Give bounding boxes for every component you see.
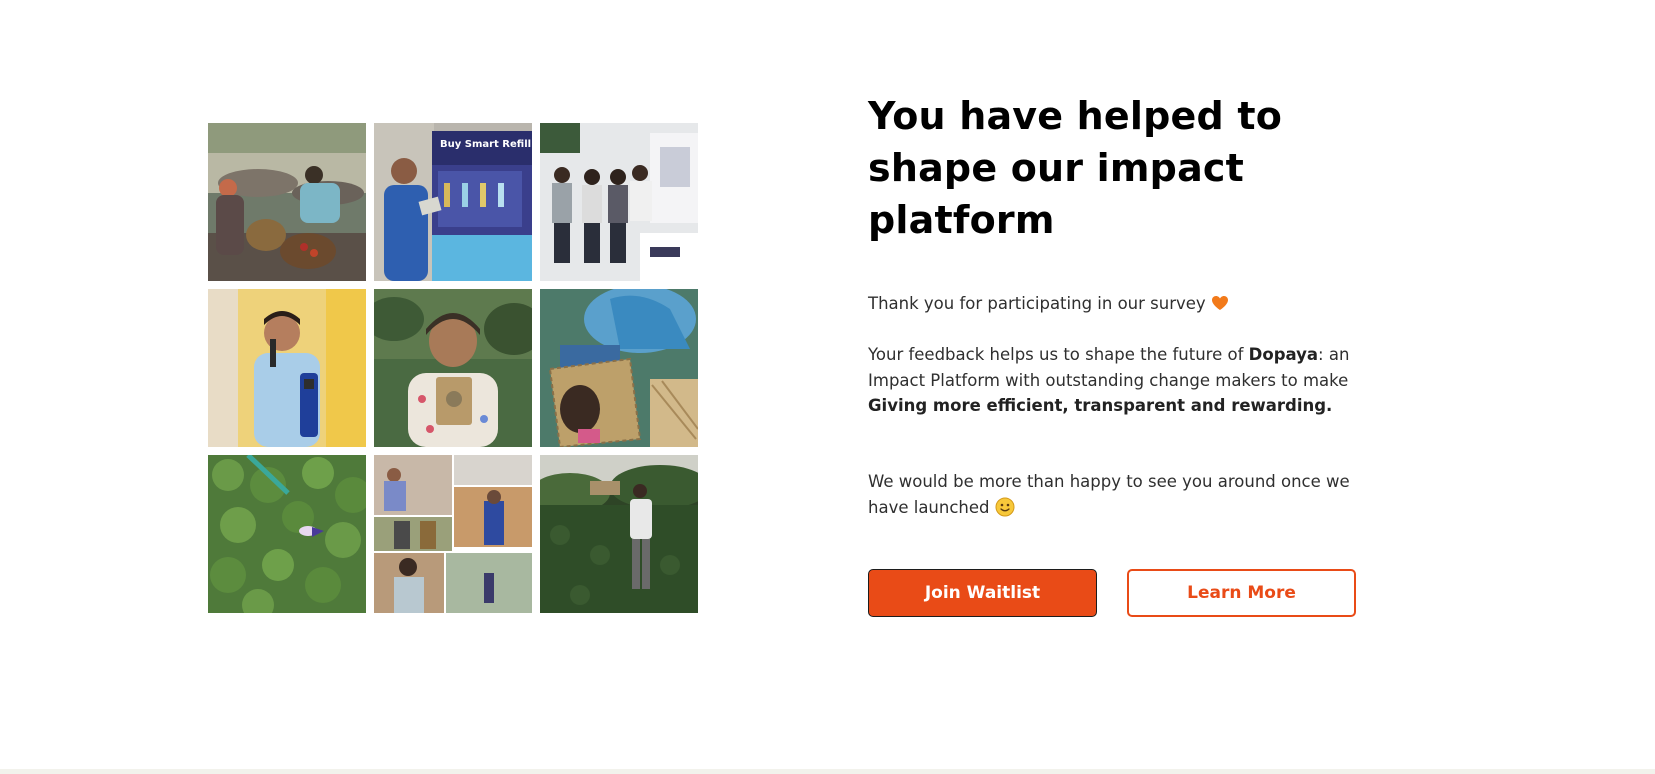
footer-strip (0, 769, 1655, 774)
photo-smart-refill-icon: Buy Smart Refill (374, 123, 532, 281)
photo-water-hyacinth-icon (208, 455, 366, 613)
photo-exhibition-group-icon (540, 123, 698, 281)
feedback-paragraph: Your feedback helps us to shape the futu… (868, 342, 1368, 419)
thanks-paragraph: Thank you for participating in our surve… (868, 291, 1368, 317)
smiling-face-icon (995, 497, 1015, 516)
photo-women-washing-icon (208, 123, 366, 281)
feedback-prefix-text: Your feedback helps us to shape the futu… (868, 345, 1249, 364)
photo-smart-refill: Buy Smart Refill (374, 123, 532, 281)
photo-collage (374, 455, 532, 613)
photo-water-hyacinth (208, 455, 366, 613)
photo-man-in-field (540, 455, 698, 613)
learn-more-button[interactable]: Learn More (1127, 569, 1356, 617)
photo-woman-pouch (374, 289, 532, 447)
photo-weaving (540, 289, 698, 447)
join-waitlist-button[interactable]: Join Waitlist (868, 569, 1097, 617)
photo-women-washing (208, 123, 366, 281)
survey-thank-you-page: Buy Smart Refill You have helped to shap… (0, 0, 1655, 774)
thanks-text: Thank you for participating in our surve… (868, 294, 1206, 313)
feedback-bold-text: Giving more efficient, transparent and r… (868, 396, 1333, 415)
page-title: You have helped to shape our impact plat… (868, 94, 1283, 242)
photo-speaker (208, 289, 366, 447)
photo-woman-pouch-icon (374, 289, 532, 447)
photo-weaving-icon (540, 289, 698, 447)
thank-you-panel: You have helped to shape our impact plat… (868, 90, 1368, 617)
refill-sign-text: Buy Smart Refill (440, 139, 531, 150)
photo-gallery: Buy Smart Refill (208, 123, 698, 613)
launch-paragraph: We would be more than happy to see you a… (868, 469, 1368, 520)
orange-heart-icon (1211, 296, 1228, 310)
photo-collage-icon (374, 455, 532, 613)
launch-text: We would be more than happy to see you a… (868, 472, 1350, 517)
photo-speaker-icon (208, 289, 366, 447)
photo-exhibition-group (540, 123, 698, 281)
photo-man-in-field-icon (540, 455, 698, 613)
brand-name: Dopaya (1248, 345, 1319, 364)
